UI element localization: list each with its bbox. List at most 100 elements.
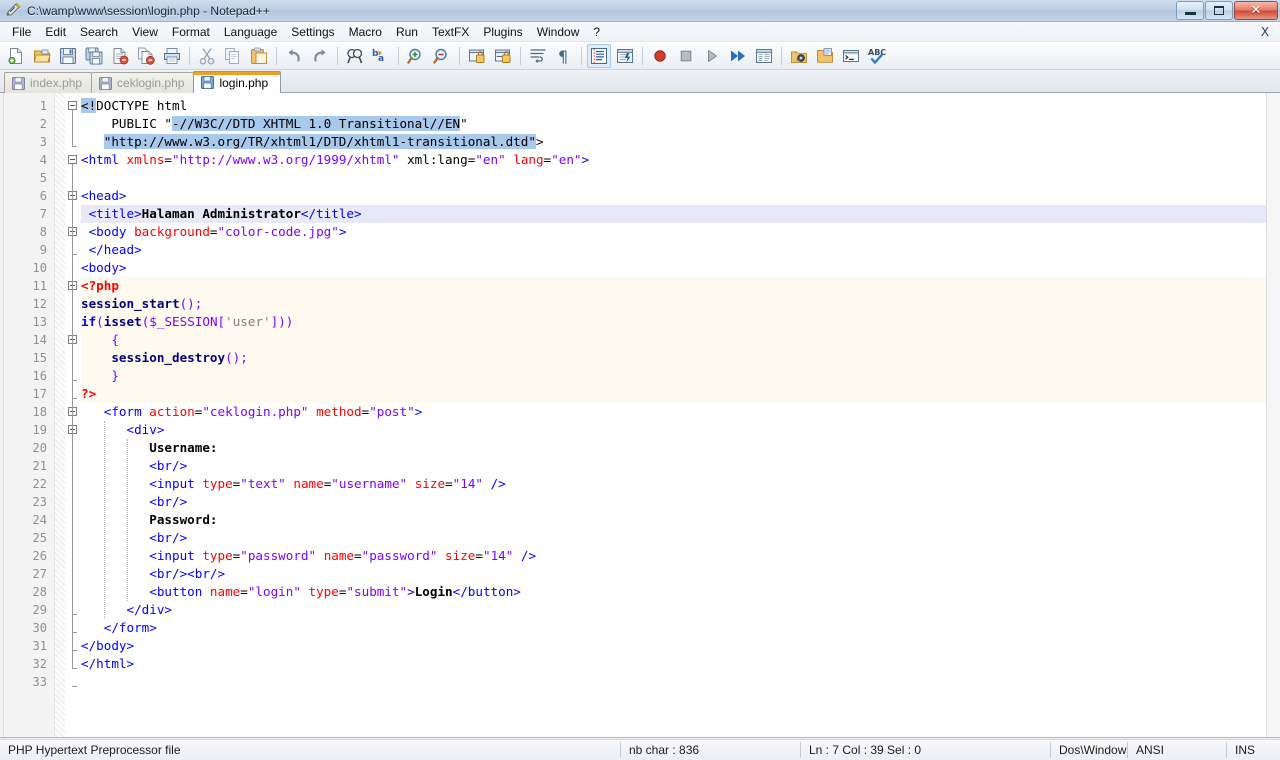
toolbar-word-wrap-button[interactable] (526, 44, 550, 68)
toolbar-run-button[interactable] (787, 44, 811, 68)
code-line[interactable]: </div> (81, 601, 172, 619)
code-text-area[interactable]: <!DOCTYPE html PUBLIC "-//W3C//DTD XHTML… (81, 93, 1266, 737)
code-line[interactable]: <head> (81, 187, 127, 205)
toolbar-user-defined-dialog-button[interactable] (613, 44, 637, 68)
toolbar-undo-button[interactable] (282, 44, 306, 68)
menu-textfx[interactable]: TextFX (425, 22, 476, 42)
code-line[interactable]: <!DOCTYPE html (81, 97, 187, 115)
code-line[interactable]: <body background="color-code.jpg"> (81, 223, 347, 241)
toolbar-open-folder-button[interactable] (813, 44, 837, 68)
toolbar-record-macro-button[interactable] (648, 44, 672, 68)
toolbar-close-file-button[interactable] (108, 44, 132, 68)
toolbar-run-macro-multiple-times-button[interactable] (726, 44, 750, 68)
code-line[interactable]: <br/><br/> (81, 565, 225, 583)
toolbar-copy-button[interactable] (221, 44, 245, 68)
zoom-in-icon (407, 47, 425, 65)
menu-view[interactable]: View (125, 22, 165, 42)
code-line[interactable]: } (81, 367, 119, 385)
toolbar-paste-button[interactable] (247, 44, 271, 68)
code-line[interactable]: Password: (81, 511, 217, 529)
toolbar-show-all-characters-button[interactable]: ¶ (552, 44, 576, 68)
code-line[interactable]: <br/> (81, 493, 187, 511)
code-line[interactable]: </head> (81, 241, 142, 259)
toolbar-save-all-button[interactable] (82, 44, 106, 68)
code-line[interactable]: PUBLIC "-//W3C//DTD XHTML 1.0 Transition… (81, 115, 468, 133)
code-line[interactable]: session_start(); (81, 295, 202, 313)
code-line[interactable]: <html xmlns="http://www.w3.org/1999/xhtm… (81, 151, 589, 169)
code-line[interactable]: <input type="text" name="username" size=… (81, 475, 506, 493)
code-line[interactable]: <input type="password" name="password" s… (81, 547, 536, 565)
toolbar-redo-button[interactable] (308, 44, 332, 68)
code-line[interactable]: <br/> (81, 457, 187, 475)
toolbar-indent-guideline-button[interactable] (587, 43, 611, 68)
toolbar-save-macro-button[interactable] (752, 44, 776, 68)
toolbar-sync-horizontal-scroll-button[interactable] (491, 44, 515, 68)
code-line[interactable]: session_destroy(); (81, 349, 247, 367)
menu-run[interactable]: Run (389, 22, 425, 42)
toolbar-find-button[interactable] (343, 44, 367, 68)
vertical-scrollbar[interactable] (1266, 93, 1280, 737)
close-all-files-icon (137, 47, 155, 65)
code-line[interactable]: </body> (81, 637, 134, 655)
menu-[interactable]: ? (586, 22, 607, 42)
tab-index-php[interactable]: index.php (4, 72, 93, 93)
toolbar-sync-vertical-scroll-button[interactable] (465, 44, 489, 68)
code-line[interactable]: "http://www.w3.org/TR/xhtml1/DTD/xhtml1-… (81, 133, 544, 151)
bookmark-margin[interactable] (55, 93, 65, 737)
menu-edit[interactable]: Edit (38, 22, 73, 42)
toolbar-cut-button[interactable] (195, 44, 219, 68)
menu-search[interactable]: Search (73, 22, 125, 42)
code-line[interactable]: <form action="ceklogin.php" method="post… (81, 403, 423, 421)
code-line[interactable]: { (81, 331, 119, 349)
toolbar-spell-check-button[interactable]: ABC (865, 44, 889, 68)
code-line[interactable]: <body> (81, 259, 127, 277)
close-button[interactable]: ✕ (1234, 1, 1278, 20)
code-token: <body> (81, 260, 127, 275)
toolbar-stop-recording-macro-button[interactable] (674, 44, 698, 68)
tab-ceklogin-php[interactable]: ceklogin.php (91, 72, 195, 93)
new-file-icon (7, 47, 25, 65)
menu-file[interactable]: File (5, 22, 38, 42)
line-number-margin: 1 2 3 4 5 6 7 8 9 10 11 12 13 14 15 16 17 18 19 20 21 22 23 24 2… (4, 93, 55, 737)
toolbar-zoom-in-button[interactable] (404, 44, 428, 68)
toolbar-print-button[interactable] (160, 44, 184, 68)
toolbar-open-file-button[interactable] (30, 44, 54, 68)
code-line[interactable]: <?php (81, 277, 119, 295)
code-folding-margin[interactable] (65, 93, 81, 737)
code-line[interactable]: <title>Halaman Administrator</title> (81, 205, 362, 223)
menu-settings[interactable]: Settings (284, 22, 341, 42)
toolbar-new-file-button[interactable] (4, 44, 28, 68)
menu-language[interactable]: Language (217, 22, 284, 42)
code-line[interactable]: <button name="login" type="submit">Login… (81, 583, 521, 601)
close-document-button[interactable]: X (1256, 22, 1274, 42)
toolbar-play-macro-button[interactable] (700, 44, 724, 68)
code-token: <input (81, 476, 203, 491)
code-line[interactable]: if(isset($_SESSION['user'])) (81, 313, 293, 331)
editor-pane[interactable]: 1 2 3 4 5 6 7 8 9 10 11 12 13 14 15 16 17 18 19 20 21 22 23 24 2… (0, 93, 1280, 738)
toolbar-save-button[interactable] (56, 44, 80, 68)
code-token: Username: (81, 440, 218, 455)
toolbar-launch-console-button[interactable] (839, 44, 863, 68)
code-token: <br/><br/> (81, 566, 226, 581)
menu-window[interactable]: Window (530, 22, 587, 42)
minimize-button[interactable] (1176, 1, 1204, 20)
code-line[interactable]: </form> (81, 619, 157, 637)
code-line[interactable]: <div> (81, 421, 164, 439)
code-line[interactable]: <br/> (81, 529, 187, 547)
code-line[interactable]: ?> (81, 385, 96, 403)
menu-plugins[interactable]: Plugins (476, 22, 529, 42)
tab-login-php[interactable]: login.php (193, 71, 282, 93)
notepad-plus-plus-icon (6, 3, 22, 19)
menu-format[interactable]: Format (165, 22, 217, 42)
code-line[interactable]: </html> (81, 655, 134, 673)
code-token: "text" (240, 476, 286, 491)
toolbar-zoom-out-button[interactable] (430, 44, 454, 68)
toolbar-replace-button[interactable]: ba (369, 44, 393, 68)
toolbar-close-all-files-button[interactable] (134, 44, 158, 68)
code-line[interactable]: Username: (81, 439, 217, 457)
fold-toggle[interactable] (68, 155, 77, 164)
status-caret-position: Ln : 7 Col : 39 Sel : 0 (809, 743, 922, 757)
menu-macro[interactable]: Macro (342, 22, 389, 42)
restore-button[interactable] (1205, 1, 1233, 20)
fold-toggle[interactable] (68, 101, 77, 110)
